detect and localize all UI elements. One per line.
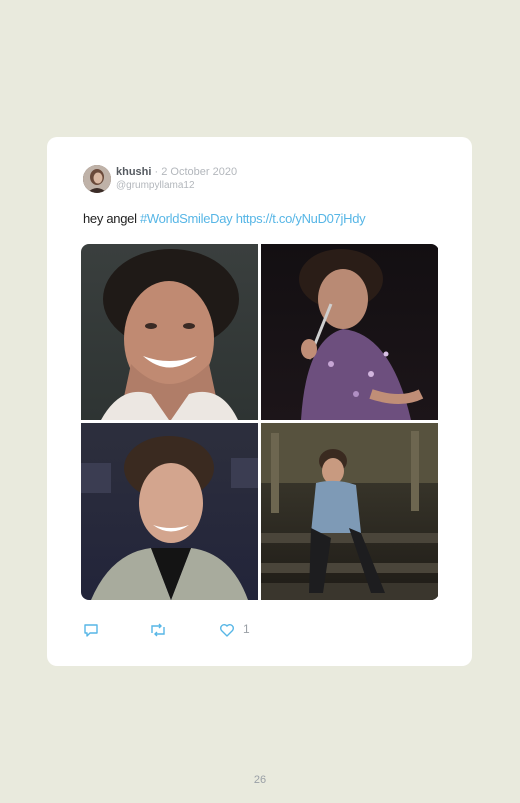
reply-icon[interactable] <box>83 622 99 643</box>
like-count: 1 <box>243 622 250 636</box>
user-handle[interactable]: @grumpyllama12 <box>116 180 195 191</box>
display-name[interactable]: khushi <box>116 166 151 178</box>
tweet-text-plain: hey angel <box>83 211 140 226</box>
media-grid <box>81 244 439 600</box>
avatar[interactable] <box>83 165 111 193</box>
photo-4[interactable] <box>261 423 438 600</box>
photo-2[interactable] <box>261 244 438 420</box>
photo-3-image <box>81 436 258 600</box>
avatar-image <box>83 165 111 193</box>
photo-1[interactable] <box>81 244 258 420</box>
photo-1-image <box>101 249 239 420</box>
tweet-actions: 1 <box>83 622 443 638</box>
photo-2-image <box>299 249 424 420</box>
page-number: 26 <box>253 774 267 786</box>
retweet-icon[interactable] <box>149 622 167 643</box>
heart-icon[interactable] <box>219 622 235 643</box>
tweet-author-line: khushi · 2 October 2020 <box>116 166 237 178</box>
photo-4-image <box>261 423 438 600</box>
tweet-card: khushi · 2 October 2020 @grumpyllama12 h… <box>47 137 472 666</box>
hashtag-link[interactable]: #WorldSmileDay <box>140 211 233 226</box>
meta-separator: · <box>154 166 159 178</box>
tweet-text: hey angel #WorldSmileDay https://t.co/yN… <box>83 211 366 226</box>
photo-3[interactable] <box>81 423 258 600</box>
tweet-url-link[interactable]: https://t.co/yNuD07jHdy <box>236 211 366 226</box>
tweet-date[interactable]: 2 October 2020 <box>161 166 237 178</box>
